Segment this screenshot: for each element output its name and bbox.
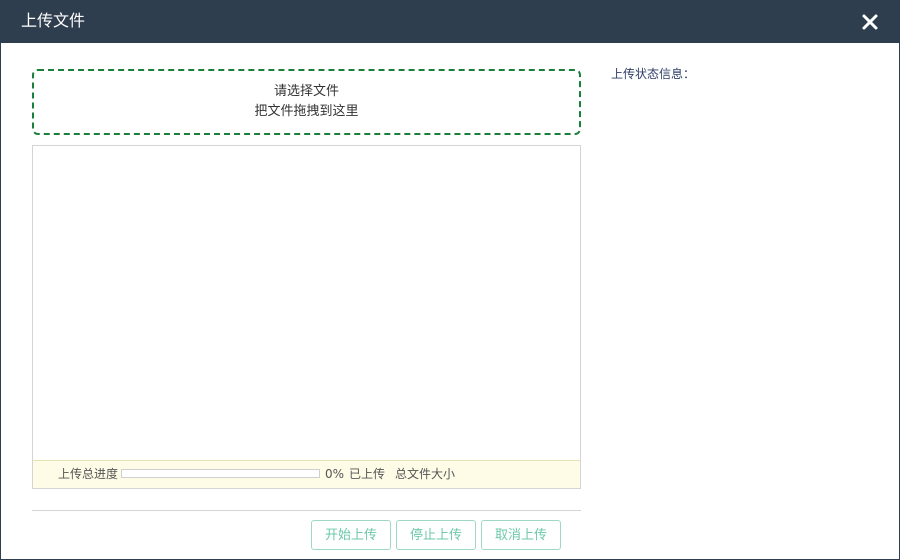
select-file-label[interactable]: 请选择文件 <box>34 83 579 101</box>
total-progress-row: 上传总进度 0% 已上传 总文件大小 <box>33 460 580 488</box>
upload-dialog: 上传文件 请选择文件 把文件拖拽到这里 上传总进度 0% 已上传 总文件大小 开… <box>0 0 900 560</box>
close-icon[interactable] <box>861 13 879 31</box>
stop-upload-button[interactable]: 停止上传 <box>396 520 476 550</box>
total-progress-label: 上传总进度 <box>58 467 119 481</box>
upload-status-title: 上传状态信息： <box>611 67 696 81</box>
uploaded-label: 已上传 <box>349 467 386 481</box>
file-list-panel: 上传总进度 0% 已上传 总文件大小 <box>32 145 581 489</box>
file-drop-zone[interactable]: 请选择文件 把文件拖拽到这里 <box>32 69 581 135</box>
cancel-upload-button[interactable]: 取消上传 <box>481 520 561 550</box>
total-progress-percent: 0% <box>325 467 345 481</box>
total-size-label: 总文件大小 <box>395 467 456 481</box>
total-progress-bar <box>121 469 320 478</box>
drag-hint-label: 把文件拖拽到这里 <box>254 104 359 119</box>
dialog-titlebar: 上传文件 <box>1 1 899 43</box>
footer-divider <box>32 510 581 511</box>
dialog-title: 上传文件 <box>21 11 86 30</box>
start-upload-button[interactable]: 开始上传 <box>311 520 391 550</box>
